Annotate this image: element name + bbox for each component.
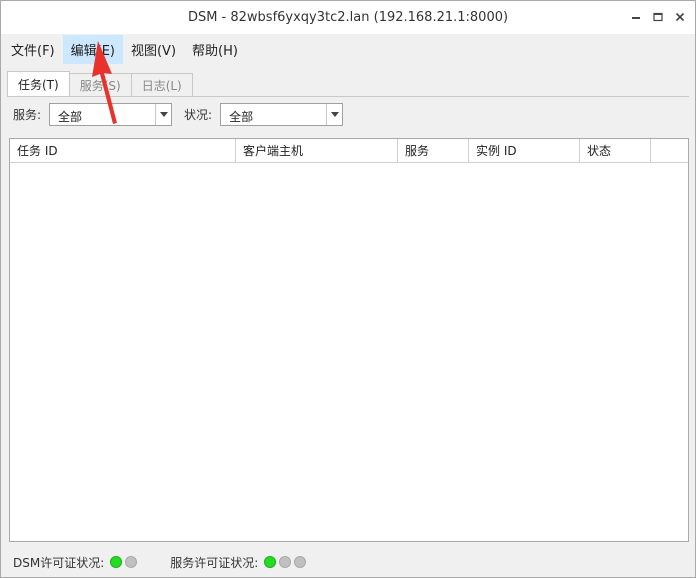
table-header: 任务 ID 客户端主机 服务 实例 ID 状态 — [10, 139, 688, 163]
tab-tasks[interactable]: 任务(T) — [7, 71, 70, 96]
menu-help[interactable]: 帮助(H) — [184, 35, 246, 64]
menu-file[interactable]: 文件(F) — [3, 35, 63, 64]
column-task-id[interactable]: 任务 ID — [10, 139, 236, 162]
tab-services[interactable]: 服务(S) — [68, 73, 132, 96]
chevron-down-icon[interactable] — [155, 104, 171, 125]
status-filter-value: 全部 — [229, 110, 254, 124]
service-filter-select[interactable]: 全部 — [49, 103, 173, 126]
dsm-license-label: DSM许可证状况: — [13, 555, 105, 570]
column-status[interactable]: 状态 — [580, 139, 651, 162]
title-bar: DSM - 82wbsf6yxqy3tc2.lan (192.168.21.1:… — [1, 1, 695, 34]
service-filter-value: 全部 — [58, 110, 83, 124]
close-icon — [675, 12, 685, 22]
column-client-host[interactable]: 客户端主机 — [236, 139, 398, 162]
status-dot-icon — [279, 556, 292, 568]
menu-view[interactable]: 视图(V) — [123, 35, 184, 64]
menu-edit[interactable]: 编辑(E) — [62, 35, 123, 64]
chevron-down-icon[interactable] — [326, 104, 342, 125]
menu-bar: 文件(F) 编辑(E) 视图(V) 帮助(H) — [1, 35, 695, 64]
service-license-status: 服务许可证状况: — [170, 554, 309, 571]
service-license-label: 服务许可证状况: — [170, 555, 259, 570]
status-filter-label: 状况: — [184, 108, 213, 122]
status-dot-icon — [264, 556, 277, 568]
status-bar: DSM许可证状况: 服务许可证状况: — [1, 547, 695, 577]
maximize-button[interactable] — [649, 7, 667, 27]
close-button[interactable] — [671, 7, 689, 27]
tab-divider — [7, 96, 689, 97]
status-filter-select[interactable]: 全部 — [220, 103, 344, 126]
status-dot-icon — [125, 556, 138, 568]
window-controls — [627, 7, 689, 27]
status-dot-icon — [294, 556, 307, 568]
window-title: DSM - 82wbsf6yxqy3tc2.lan (192.168.21.1:… — [187, 10, 509, 25]
minimize-button[interactable] — [627, 7, 645, 27]
app-window: DSM - 82wbsf6yxqy3tc2.lan (192.168.21.1:… — [0, 0, 696, 578]
maximize-icon — [653, 12, 663, 22]
minimize-icon — [632, 17, 640, 19]
filter-row: 服务: 全部 状况: 全部 — [13, 102, 355, 127]
tab-strip: 任务(T) 服务(S) 日志(L) — [7, 71, 193, 96]
column-service[interactable]: 服务 — [398, 139, 469, 162]
status-dot-icon — [110, 556, 123, 568]
dsm-license-status: DSM许可证状况: — [13, 554, 140, 571]
column-instance-id[interactable]: 实例 ID — [469, 139, 580, 162]
column-extra[interactable] — [651, 139, 688, 162]
tab-logs[interactable]: 日志(L) — [130, 73, 193, 96]
service-filter-label: 服务: — [13, 108, 42, 122]
task-table: 任务 ID 客户端主机 服务 实例 ID 状态 — [9, 138, 689, 542]
